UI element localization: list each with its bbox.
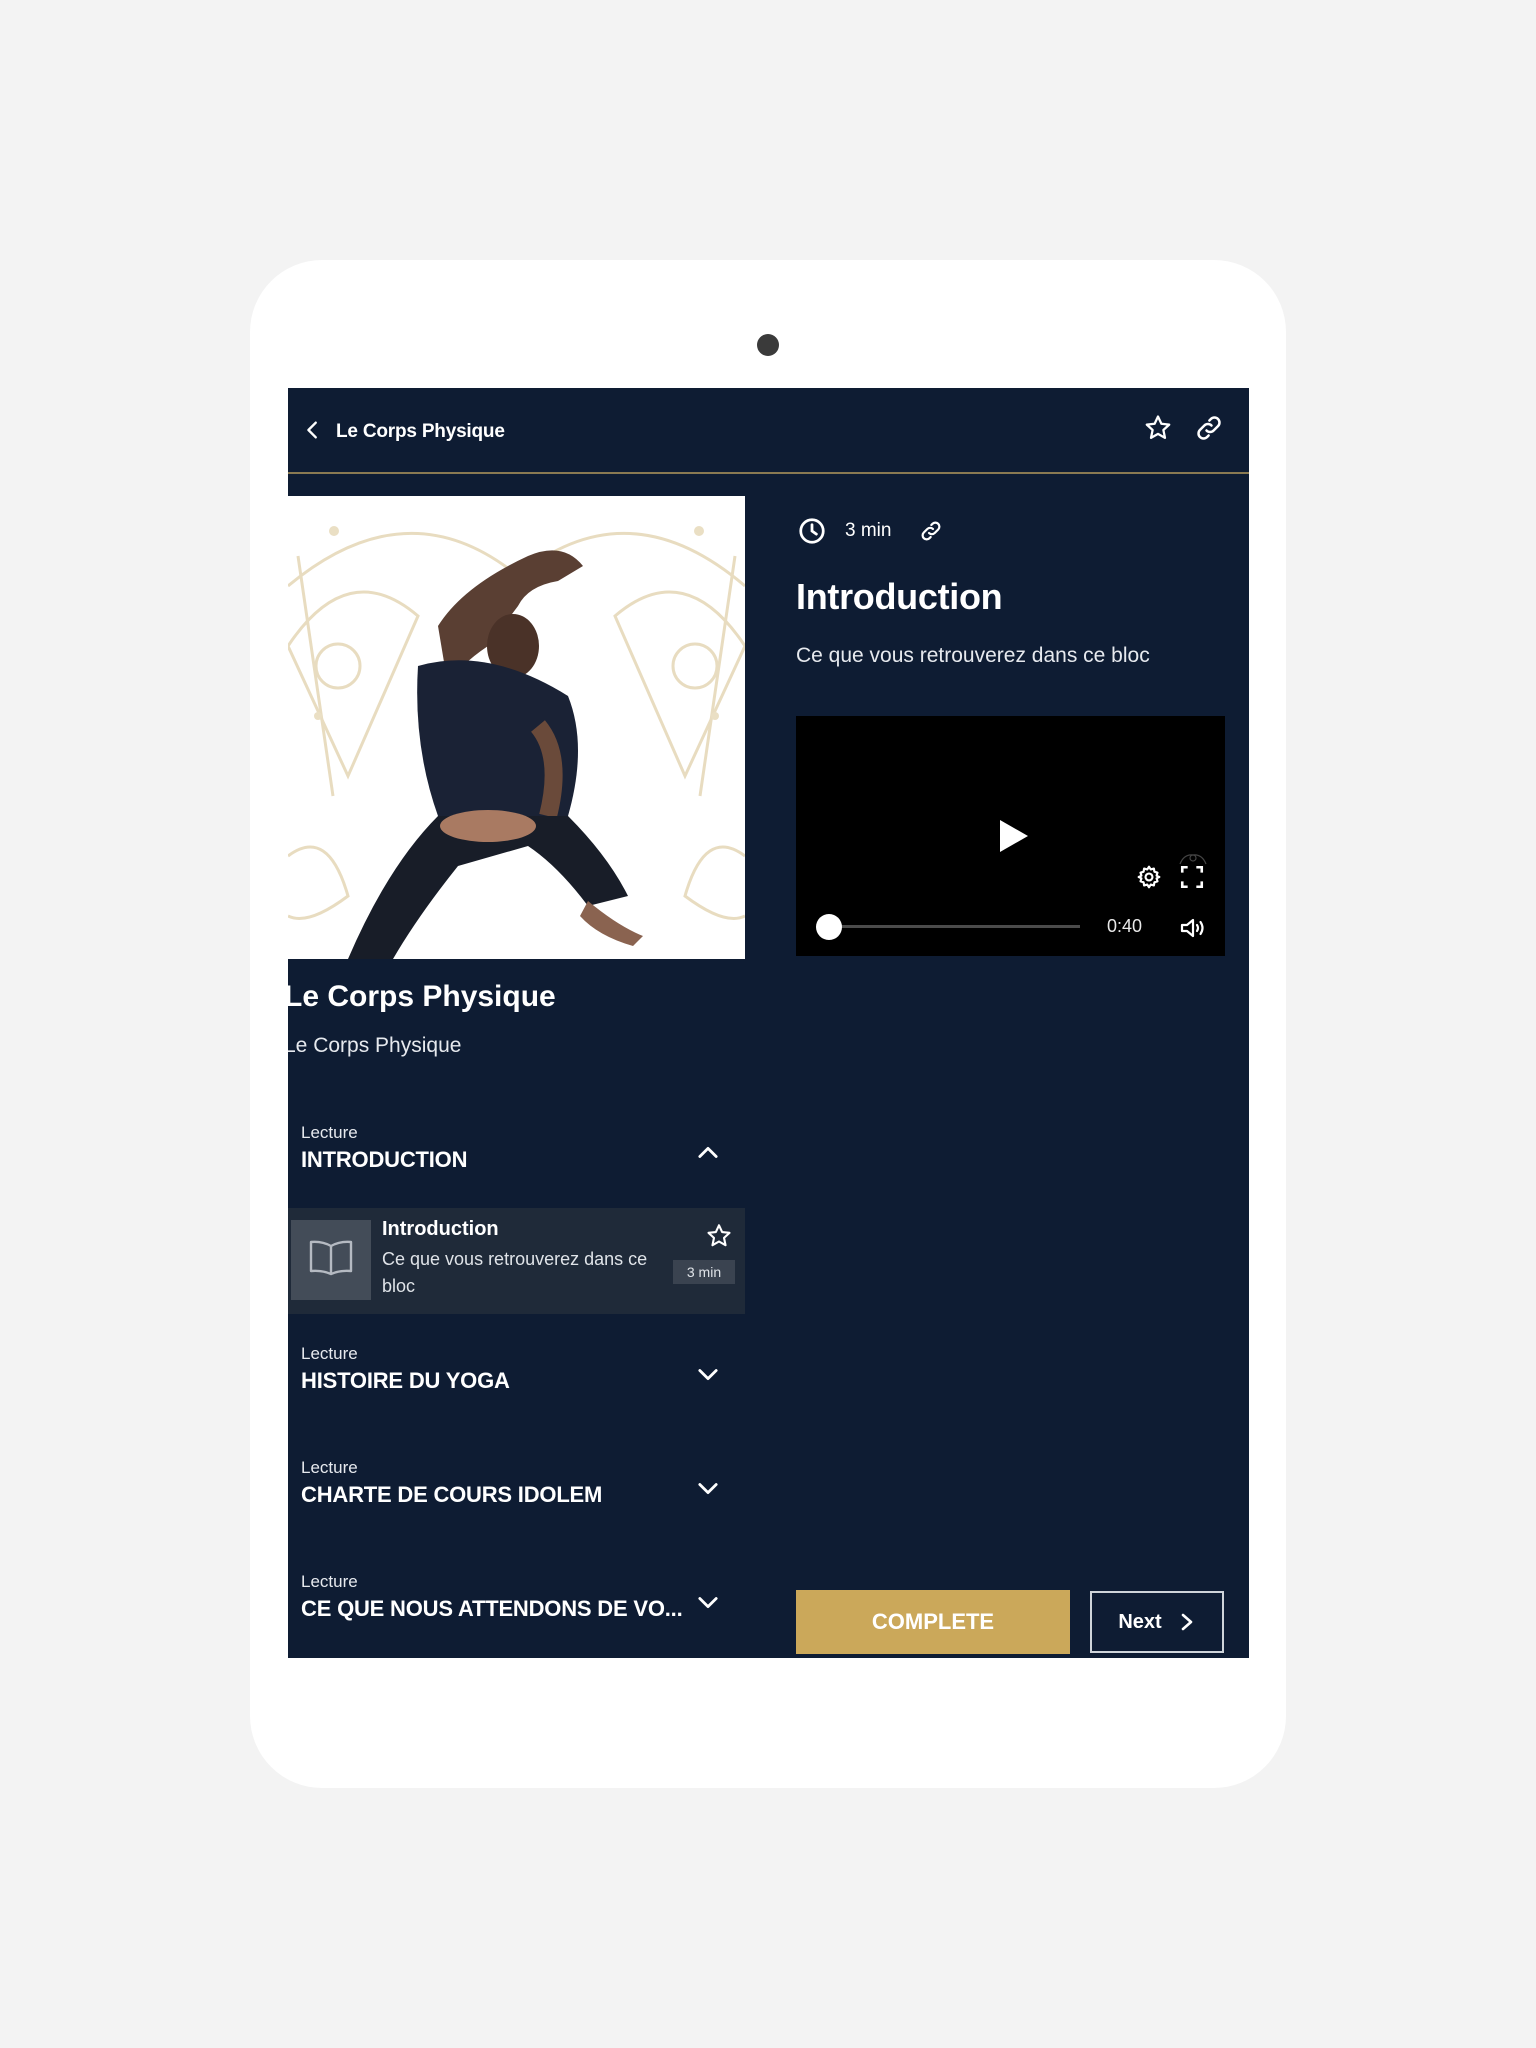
course-cover-image xyxy=(288,496,745,959)
top-bar: Le Corps Physique xyxy=(288,388,1249,474)
share-link-button[interactable] xyxy=(1189,410,1229,450)
clock-icon xyxy=(797,516,827,546)
volume-icon xyxy=(1179,918,1207,944)
star-icon xyxy=(705,1224,733,1254)
link-icon xyxy=(922,521,941,541)
section-kind: Lecture xyxy=(301,1344,358,1363)
section-name: INTRODUCTION xyxy=(301,1147,468,1172)
favorite-button[interactable] xyxy=(1138,410,1178,450)
chevron-down-icon[interactable] xyxy=(694,1588,722,1616)
section-kind: Lecture xyxy=(301,1572,358,1591)
back-button[interactable]: Le Corps Physique xyxy=(302,412,505,452)
seek-bar[interactable] xyxy=(816,914,1080,940)
section-kind: Lecture xyxy=(301,1123,358,1142)
section-introduction[interactable]: Lecture INTRODUCTION xyxy=(288,1113,745,1203)
next-button[interactable]: Next xyxy=(1090,1591,1224,1653)
section-name: HISTOIRE DU YOGA xyxy=(301,1368,510,1393)
lesson-heading: Introduction xyxy=(796,576,1003,617)
settings-button[interactable] xyxy=(1136,864,1162,890)
chevron-down-icon[interactable] xyxy=(694,1474,722,1502)
complete-button[interactable]: COMPLETE xyxy=(796,1590,1070,1654)
link-icon xyxy=(1194,413,1224,448)
volume-button[interactable] xyxy=(1179,916,1207,940)
star-icon xyxy=(1143,413,1173,448)
book-icon xyxy=(308,1238,354,1283)
lesson-description: Ce que vous retrouverez dans ce bloc xyxy=(382,1249,648,1296)
lesson-meta: 3 min xyxy=(797,516,943,546)
lesson-subheading: Ce que vous retrouverez dans ce bloc xyxy=(796,644,1150,667)
course-breadcrumb-title: Le Corps Physique xyxy=(336,421,505,442)
chevron-left-icon xyxy=(302,419,324,446)
section-histoire-du-yoga[interactable]: Lecture HISTOIRE DU YOGA xyxy=(288,1334,745,1424)
lesson-title: Introduction xyxy=(382,1218,499,1240)
play-icon xyxy=(996,820,1030,858)
section-name: CHARTE DE COURS IDOLEM xyxy=(301,1482,603,1507)
video-player[interactable]: 0:40 xyxy=(796,716,1225,956)
time-remaining: 0:40 xyxy=(1107,916,1143,936)
copy-link-button[interactable] xyxy=(919,519,943,543)
section-kind: Lecture xyxy=(301,1458,358,1477)
section-name: CE QUE NOUS ATTENDONS DE VO... xyxy=(301,1596,683,1621)
course-subtitle: Le Corps Physique xyxy=(288,1034,462,1057)
gear-icon xyxy=(1136,865,1162,894)
section-ce-que-nous-attendons[interactable]: Lecture CE QUE NOUS ATTENDONS DE VO... xyxy=(288,1562,745,1652)
section-charte-de-cours[interactable]: Lecture CHARTE DE COURS IDOLEM xyxy=(288,1448,745,1538)
course-title: Le Corps Physique xyxy=(288,980,556,1013)
chevron-down-icon[interactable] xyxy=(694,1360,722,1388)
fullscreen-icon xyxy=(1179,865,1205,894)
seek-thumb[interactable] xyxy=(816,914,842,940)
lesson-item-introduction[interactable]: Introduction Ce que vous retrouverez dan… xyxy=(288,1208,745,1314)
lesson-duration-badge: 3 min xyxy=(673,1260,735,1284)
seek-track xyxy=(824,925,1080,928)
camera-dot xyxy=(757,334,779,356)
play-button[interactable] xyxy=(996,818,1032,854)
lesson-favorite-button[interactable] xyxy=(705,1222,735,1252)
lesson-thumbnail xyxy=(291,1220,371,1300)
next-label: Next xyxy=(1118,1610,1162,1633)
chevron-up-icon[interactable] xyxy=(694,1139,722,1167)
lesson-duration: 3 min xyxy=(845,520,892,541)
app-screen: Le Corps Physique Le Corps Physique Le C… xyxy=(288,388,1249,1658)
chevron-right-icon xyxy=(1181,1613,1192,1631)
fullscreen-button[interactable] xyxy=(1179,864,1205,890)
